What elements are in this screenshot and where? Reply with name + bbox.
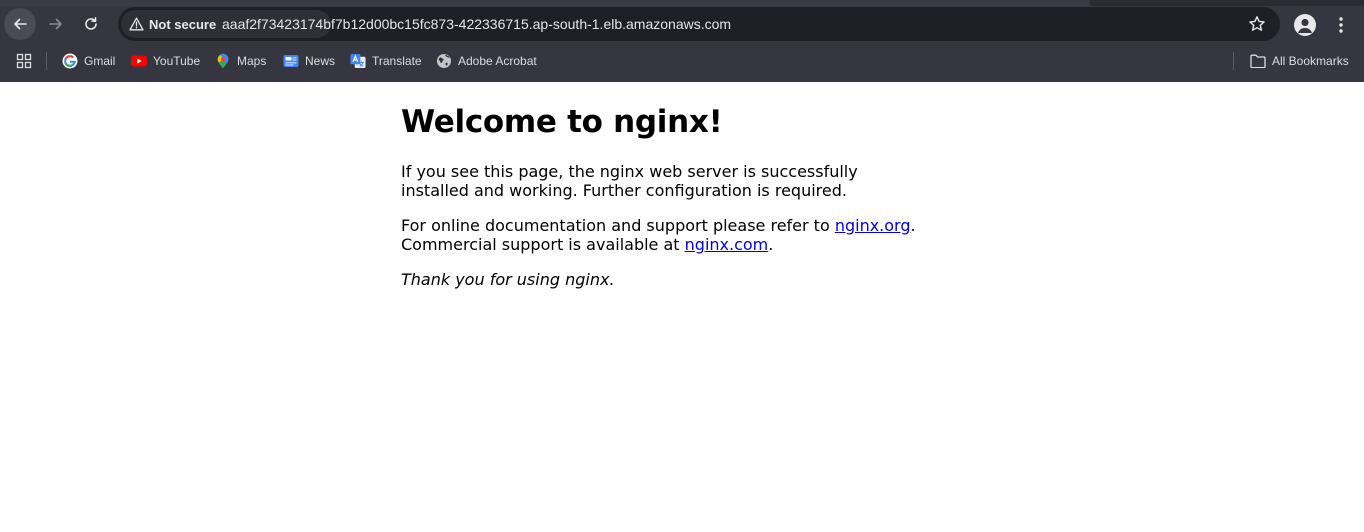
- support-paragraph: For online documentation and support ple…: [401, 216, 921, 254]
- forward-button[interactable]: [40, 8, 72, 40]
- arrow-left-icon: [14, 18, 27, 30]
- all-bookmarks-label: All Bookmarks: [1272, 54, 1349, 68]
- bookmark-youtube[interactable]: YouTube: [131, 51, 200, 71]
- maps-icon: [215, 53, 231, 69]
- reload-icon: [85, 17, 97, 30]
- nginx-org-link[interactable]: nginx.org: [835, 216, 911, 235]
- address-bar[interactable]: Not secure aaaf2f73423174bf7b12d00bc15fc…: [118, 7, 1280, 41]
- security-label: Not secure: [149, 16, 217, 32]
- page-viewport: Welcome to nginx! If you see this page, …: [0, 82, 1364, 532]
- page-title: Welcome to nginx!: [401, 104, 723, 140]
- bookmark-star-icon[interactable]: [1248, 15, 1266, 38]
- bookmarks-separator: [1233, 52, 1234, 70]
- bookmark-label: Maps: [237, 54, 267, 68]
- period: .: [910, 216, 916, 235]
- bookmark-news[interactable]: News: [283, 51, 335, 71]
- bookmark-label: Translate: [372, 54, 422, 68]
- period: .: [768, 235, 774, 254]
- install-message: If you see this page, the nginx web serv…: [401, 162, 858, 200]
- all-bookmarks-button[interactable]: All Bookmarks: [1250, 51, 1349, 71]
- bookmark-gmail[interactable]: Gmail: [62, 51, 115, 71]
- bookmarks-bar: Gmail YouTube Maps News Translate Adobe …: [0, 44, 1364, 78]
- nginx-welcome-page: Welcome to nginx! If you see this page, …: [401, 82, 921, 289]
- globe-icon: [436, 53, 452, 69]
- bookmark-label: Adobe Acrobat: [458, 54, 537, 68]
- kebab-menu-icon[interactable]: [1333, 16, 1349, 34]
- commercial-support-text: Commercial support is available at: [401, 235, 685, 254]
- translate-icon: [350, 53, 366, 69]
- folder-icon: [1250, 53, 1266, 69]
- support-text: For online documentation and support ple…: [401, 216, 835, 235]
- google-icon: [62, 53, 78, 69]
- apps-grid-icon: [16, 53, 32, 69]
- youtube-icon: [131, 53, 147, 69]
- nginx-com-link[interactable]: nginx.com: [685, 235, 769, 254]
- url-text[interactable]: aaaf2f73423174bf7b12d00bc15fc873-4223367…: [222, 7, 731, 41]
- bookmark-maps[interactable]: Maps: [215, 51, 266, 71]
- bookmarks-separator: [46, 52, 47, 70]
- bookmark-label: Gmail: [84, 54, 116, 68]
- reload-button[interactable]: [75, 8, 107, 40]
- bookmark-label: YouTube: [153, 54, 201, 68]
- warning-icon: [129, 17, 144, 31]
- bookmark-adobe-acrobat[interactable]: Adobe Acrobat: [436, 51, 537, 71]
- back-button[interactable]: [4, 8, 36, 40]
- apps-button[interactable]: [16, 51, 38, 71]
- news-icon: [283, 53, 299, 69]
- browser-toolbar: Not secure aaaf2f73423174bf7b12d00bc15fc…: [0, 6, 1364, 42]
- profile-avatar-icon[interactable]: [1294, 14, 1316, 36]
- bookmark-label: News: [305, 54, 336, 68]
- closing-message: Thank you for using nginx.: [401, 270, 615, 289]
- bookmark-translate[interactable]: Translate: [350, 51, 422, 71]
- browser-chrome: Not secure aaaf2f73423174bf7b12d00bc15fc…: [0, 0, 1364, 82]
- arrow-right-icon: [49, 18, 62, 30]
